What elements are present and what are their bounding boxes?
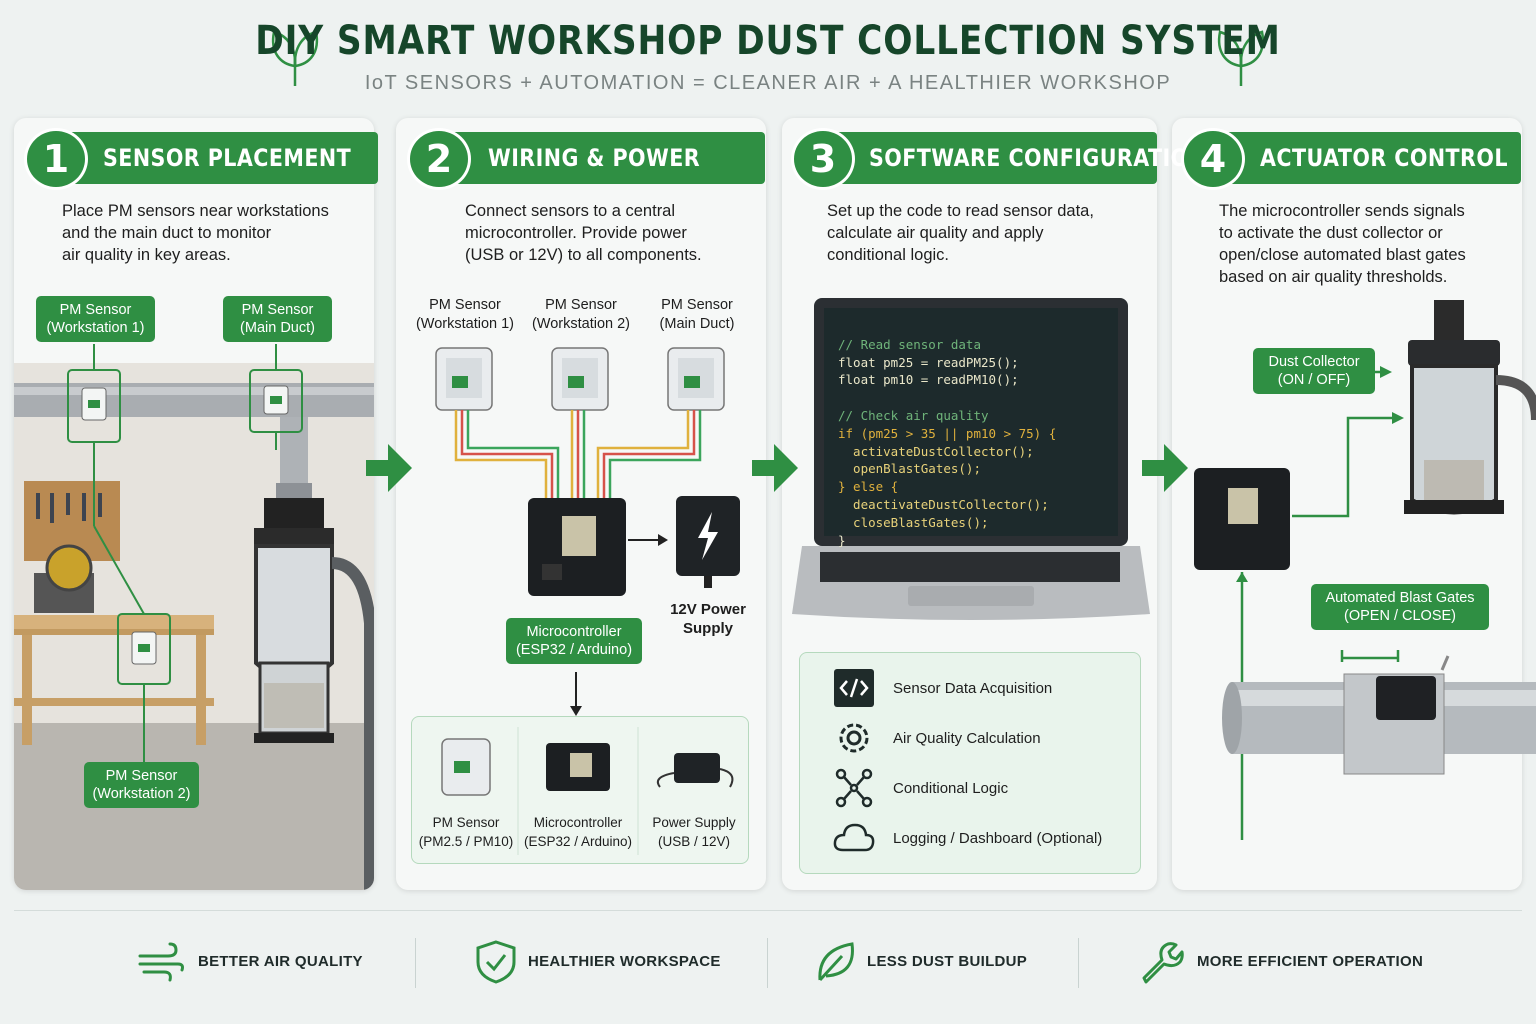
sensor-tag-workstation-2: PM Sensor (Workstation 2) bbox=[84, 762, 199, 808]
dust-collector-tag: Dust Collector (ON / OFF) bbox=[1253, 348, 1375, 394]
logic-nodes-icon bbox=[835, 768, 873, 808]
cloud-icon bbox=[833, 823, 875, 852]
page-title: DIY SMART WORKSHOP DUST COLLECTION SYSTE… bbox=[255, 18, 1281, 64]
code-line: float pm10 = readPM10(); bbox=[838, 372, 1019, 388]
step-2-description: Connect sensors to a central microcontro… bbox=[465, 202, 702, 264]
component-microcontroller: Microcontroller (ESP32 / Arduino) bbox=[523, 815, 633, 849]
step-3-description: Set up the code to read sensor data, cal… bbox=[827, 202, 1094, 264]
component-power-supply: Power Supply (USB / 12V) bbox=[652, 815, 736, 849]
feature-sensor-data: Sensor Data Acquisition bbox=[893, 680, 1053, 697]
step-2-number: 2 bbox=[407, 128, 471, 190]
step-4-description: The microcontroller sends signals to act… bbox=[1219, 202, 1466, 286]
benefit-separator bbox=[1078, 938, 1079, 988]
code-line: activateDustCollector(); bbox=[838, 443, 1034, 459]
microcontroller-tag: Microcontroller (ESP32 / Arduino) bbox=[506, 618, 642, 664]
code-line: // Read sensor data bbox=[838, 336, 981, 352]
benefit-separator bbox=[415, 938, 416, 988]
power-supply-icon bbox=[676, 496, 740, 588]
components-box: PM Sensor (PM2.5 / PM10) Microcontroller… bbox=[411, 716, 749, 864]
code-line: // Check air quality bbox=[838, 407, 989, 423]
benefit-air-quality: BETTER AIR QUALITY bbox=[198, 953, 363, 970]
benefits-divider bbox=[14, 910, 1522, 911]
gear-icon bbox=[839, 723, 869, 753]
code-editor: // Read sensor data float pm25 = readPM25… bbox=[838, 318, 1056, 567]
pm-sensor-icon bbox=[667, 347, 725, 411]
step-1-title: SENSOR PLACEMENT bbox=[103, 144, 352, 172]
microcontroller-icon bbox=[1194, 468, 1290, 570]
step-2-title: WIRING & POWER bbox=[488, 144, 701, 172]
blast-gate-icon bbox=[1222, 655, 1536, 775]
feature-logging-dashboard: Logging / Dashboard (Optional) bbox=[893, 830, 1103, 847]
step-1-description: Place PM sensors near workstations and t… bbox=[62, 202, 329, 264]
code-line: closeBlastGates(); bbox=[838, 514, 989, 530]
step-4-number: 4 bbox=[1181, 128, 1245, 190]
code-line: deactivateDustCollector(); bbox=[838, 496, 1049, 512]
component-pm-sensor: PM Sensor (PM2.5 / PM10) bbox=[418, 815, 514, 849]
step-1-number: 1 bbox=[24, 128, 88, 190]
code-line: } bbox=[838, 532, 846, 548]
pm-sensor-icon bbox=[435, 347, 493, 411]
wiring-sensor-label-3: PM Sensor (Main Duct) bbox=[659, 297, 735, 332]
microcontroller-icon bbox=[528, 498, 626, 596]
sensor-tag-main-duct: PM Sensor (Main Duct) bbox=[223, 296, 332, 342]
code-line: if (pm25 > 35 || pm10 > 75) { bbox=[838, 425, 1057, 441]
sensor-connector-lines bbox=[67, 344, 303, 762]
wind-icon bbox=[138, 942, 184, 982]
shield-check-icon bbox=[476, 940, 516, 984]
sensor-tag-workstation-1: PM Sensor (Workstation 1) bbox=[36, 296, 155, 342]
benefit-less-dust: LESS DUST BUILDUP bbox=[867, 953, 1028, 970]
code-line: } else { bbox=[838, 479, 899, 495]
power-supply-icon bbox=[674, 753, 720, 783]
wrench-icon bbox=[1142, 942, 1184, 984]
step-4-title: ACTUATOR CONTROL bbox=[1260, 144, 1508, 172]
feature-conditional-logic: Conditional Logic bbox=[893, 780, 1009, 797]
feature-air-quality: Air Quality Calculation bbox=[893, 730, 1041, 747]
code-icon bbox=[834, 669, 874, 707]
pm-sensor-icon bbox=[551, 347, 609, 411]
power-supply-label: 12V Power Supply bbox=[670, 601, 746, 637]
code-line: openBlastGates(); bbox=[838, 461, 981, 477]
blast-gates-tag: Automated Blast Gates (OPEN / CLOSE) bbox=[1311, 584, 1489, 630]
page-subtitle: IoT SENSORS + AUTOMATION = CLEANER AIR +… bbox=[364, 72, 1172, 94]
step-3-number: 3 bbox=[791, 128, 855, 190]
code-line: float pm25 = readPM25(); bbox=[838, 354, 1019, 370]
wiring-sensor-label-2: PM Sensor (Workstation 2) bbox=[531, 297, 631, 332]
step-3-title: SOFTWARE CONFIGURATION bbox=[869, 144, 1207, 172]
benefit-healthier-workspace: HEALTHIER WORKSPACE bbox=[528, 953, 721, 970]
benefit-efficient-operation: MORE EFFICIENT OPERATION bbox=[1197, 953, 1424, 970]
dust-collector-icon bbox=[1404, 300, 1536, 515]
wiring-sensor-label-1: PM Sensor (Workstation 1) bbox=[415, 297, 515, 332]
leaf-icon bbox=[818, 942, 854, 982]
benefit-separator bbox=[767, 938, 768, 988]
